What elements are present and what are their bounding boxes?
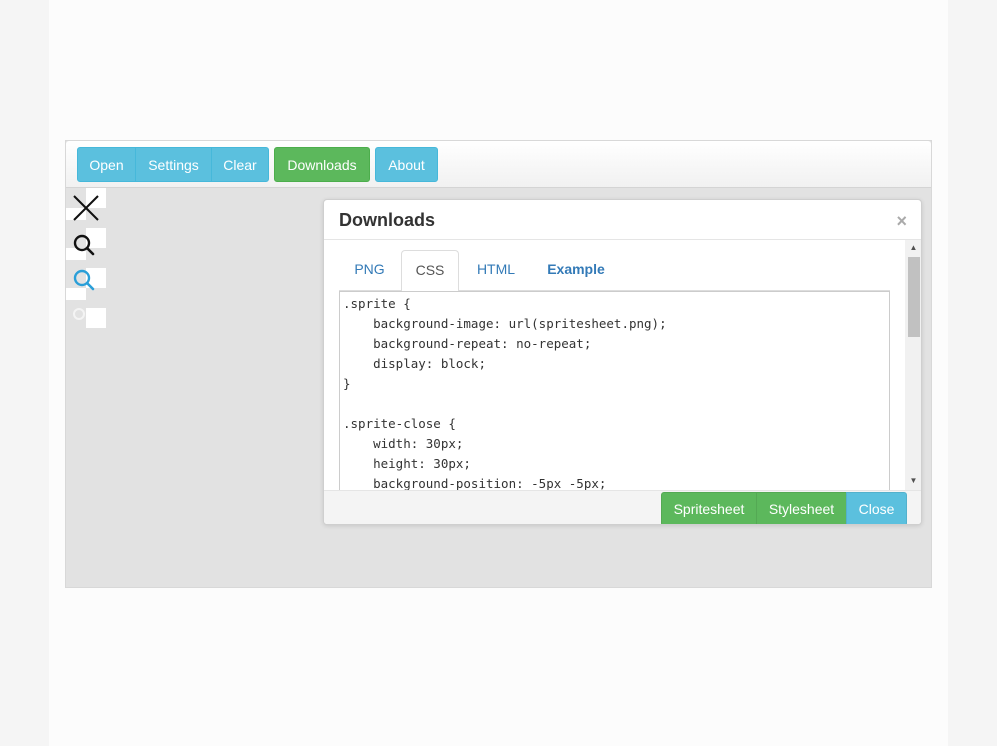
about-button[interactable]: About [375,147,438,182]
sprite-search[interactable] [66,228,106,260]
stylesheet-button[interactable]: Stylesheet [756,492,847,524]
settings-button[interactable]: Settings [135,147,212,182]
downloads-button[interactable]: Downloads [274,147,370,182]
tab-css[interactable]: CSS [401,250,459,292]
modal-footer: Spritesheet Stylesheet Close [324,490,921,524]
spritesheet-button[interactable]: Spritesheet [661,492,757,524]
scroll-up-arrow-icon[interactable]: ▲ [905,242,921,254]
open-button[interactable]: Open [77,147,136,182]
code-line: display: block; [343,356,486,371]
scroll-thumb[interactable] [908,257,920,337]
sprite-search-disabled[interactable] [66,306,106,332]
code-line: background-position: -5px -5px; [343,476,607,491]
download-tabs: PNG CSS HTML Example [339,250,890,292]
clear-button[interactable]: Clear [211,147,269,182]
code-line: background-image: url(spritesheet.png); [343,316,667,331]
modal-header: Downloads × [324,200,921,240]
search-icon [73,308,85,320]
code-line: .sprite-close { [343,416,456,431]
close-icon [73,195,99,221]
scroll-down-arrow-icon[interactable]: ▼ [905,475,921,487]
sprite-close[interactable] [66,188,106,221]
search-icon [73,269,95,291]
close-button[interactable]: Close [846,492,907,524]
code-line: .sprite { [343,296,411,311]
css-code-textarea[interactable]: .sprite { background-image: url(spritesh… [339,291,890,491]
modal-title: Downloads [339,210,436,230]
tab-html[interactable]: HTML [465,250,527,291]
downloads-modal: Downloads × PNG CSS HTML Example .sprite… [323,199,922,525]
search-icon [73,234,95,256]
tab-png[interactable]: PNG [339,250,400,291]
code-line: width: 30px; [343,436,464,451]
code-line: background-repeat: no-repeat; [343,336,592,351]
code-line: } [343,376,351,391]
editor-panel: Open Settings Clear Downloads About Down… [65,140,932,588]
sprite-search-hover[interactable] [66,268,106,300]
code-line: height: 30px; [343,456,471,471]
close-icon[interactable]: × [896,211,907,232]
modal-scrollbar[interactable]: ▲ ▼ [905,240,921,490]
toolbar: Open Settings Clear Downloads About [66,141,931,188]
tab-example[interactable]: Example [535,250,617,291]
